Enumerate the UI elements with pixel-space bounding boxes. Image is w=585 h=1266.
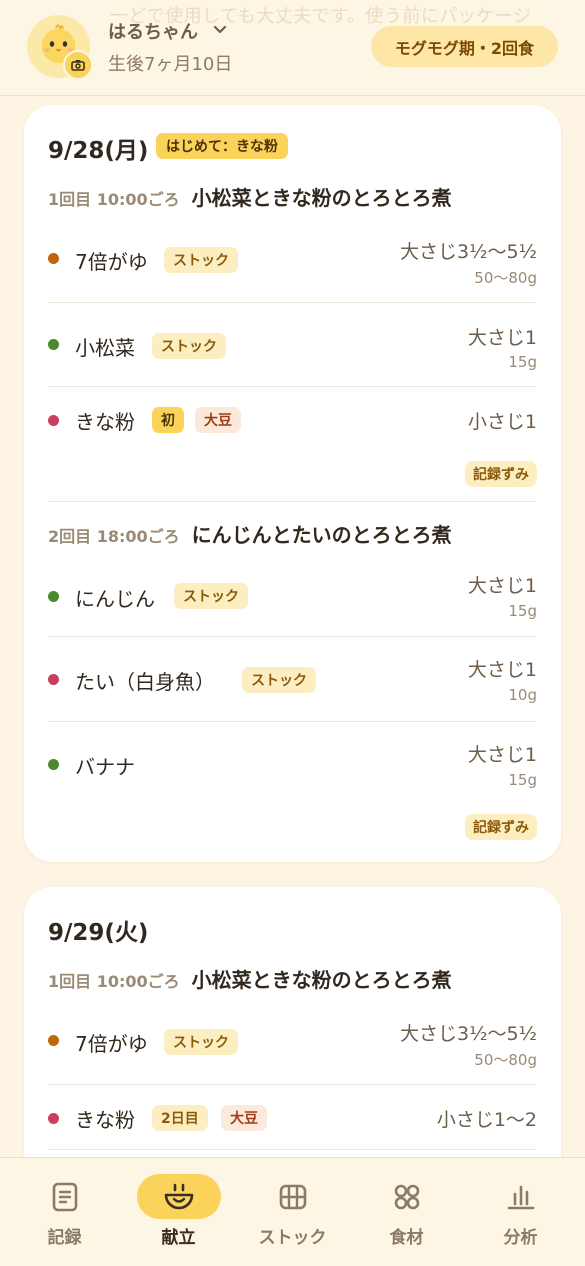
recorded-badge[interactable]: 記録ずみ [465, 461, 537, 487]
nav-item-analysis[interactable]: 分析 [462, 1158, 579, 1266]
stock-tag: ストック [164, 1029, 238, 1055]
baby-name-selector[interactable]: はるちゃん [108, 18, 198, 44]
food-grams: 10g [508, 686, 537, 704]
nav-item-ingredients[interactable]: 食材 [348, 1158, 465, 1266]
food-name: たい（白身魚） [75, 670, 215, 694]
food-name: きな粉 [75, 410, 135, 434]
divider [48, 1149, 537, 1150]
analysis-chart-icon [507, 1185, 534, 1209]
food-grams: 15g [508, 771, 537, 789]
food-category-dot [48, 591, 59, 602]
food-amount: 大さじ1 [467, 575, 537, 597]
list-item[interactable]: 7倍がゆ ストック 大さじ3½〜5½ 50〜80g [48, 233, 537, 303]
first-food-badge: はじめて：きな粉 [156, 133, 288, 159]
change-photo-button[interactable] [63, 50, 93, 80]
nav-item-menu[interactable]: 献立 [120, 1158, 237, 1266]
app-header: 一どで使用しても大丈夫です。使う前にパッケージ はるちゃん 生後7ヶ月10日 モ… [0, 0, 585, 96]
stock-tag: ストック [152, 333, 226, 359]
camera-icon [71, 60, 85, 71]
meal-dish-title[interactable]: 小松菜ときな粉のとろとろ煮 [192, 182, 452, 211]
stock-tag: ストック [242, 667, 316, 693]
nav-icon-slot [23, 1174, 107, 1219]
meal-dish-title[interactable]: にんじんとたいのとろとろ煮 [192, 519, 452, 548]
day-card: 9/28(月) はじめて：きな粉 1回目 10:00ごろ 小松菜ときな粉のとろと… [24, 105, 561, 862]
day-date: 9/29(火) [48, 920, 149, 946]
food-name: 小松菜 [75, 336, 135, 360]
nav-icon-slot [479, 1174, 563, 1219]
list-item[interactable]: 7倍がゆ ストック 大さじ3½〜5½ 50〜80g [48, 1015, 537, 1085]
nav-icon-slot [136, 1174, 221, 1219]
food-grams: 50〜80g [474, 269, 537, 287]
food-name: バナナ [75, 755, 135, 779]
stock-tag: ストック [174, 583, 248, 609]
food-amount: 大さじ3½〜5½ [399, 241, 537, 263]
divider [48, 501, 537, 502]
food-amount: 大さじ1 [467, 744, 537, 766]
food-name: きな粉 [75, 1108, 135, 1132]
stock-tag: ストック [164, 247, 238, 273]
list-item[interactable]: きな粉 2日目 大豆 小さじ1〜2 [48, 1085, 537, 1149]
food-amount: 大さじ1 [467, 659, 537, 681]
food-amount: 大さじ3½〜5½ [399, 1023, 537, 1045]
nav-icon-slot [365, 1174, 449, 1219]
food-category-dot [48, 759, 59, 770]
chevron-down-icon[interactable] [213, 25, 227, 35]
ingredients-icon [394, 1184, 419, 1209]
stock-grid-icon [279, 1184, 306, 1209]
nav-label: ストック [258, 1228, 327, 1248]
food-amount: 大さじ1 [467, 327, 537, 349]
food-category-dot [48, 415, 59, 426]
food-name: 7倍がゆ [75, 250, 148, 274]
meal-time: 1回目 10:00ごろ [48, 190, 180, 209]
nav-icon-slot [251, 1174, 335, 1219]
allergen-tag: 大豆 [221, 1105, 267, 1131]
food-category-dot [48, 1113, 59, 1124]
list-item[interactable]: にんじん ストック 大さじ1 15g [48, 553, 537, 637]
food-category-dot [48, 253, 59, 264]
food-category-dot [48, 339, 59, 350]
food-grams: 15g [508, 353, 537, 371]
meal-header: 1回目 10:00ごろ 小松菜ときな粉のとろとろ煮 [48, 182, 452, 211]
food-category-dot [48, 674, 59, 685]
day-count-tag: 2日目 [152, 1105, 208, 1131]
food-name: 7倍がゆ [75, 1032, 148, 1056]
allergen-tag: 大豆 [195, 407, 241, 433]
food-category-dot [48, 1035, 59, 1046]
record-icon [52, 1182, 77, 1211]
nav-item-stock[interactable]: ストック [234, 1158, 351, 1266]
nav-label: 食材 [389, 1228, 424, 1248]
list-item[interactable]: 小松菜 ストック 大さじ1 15g [48, 303, 537, 387]
nav-label: 献立 [161, 1228, 196, 1248]
baby-age: 生後7ヶ月10日 [108, 54, 233, 75]
meal-time: 1回目 10:00ごろ [48, 972, 180, 991]
first-time-tag: 初 [152, 407, 184, 433]
food-name: にんじん [75, 587, 155, 611]
food-grams: 50〜80g [474, 1051, 537, 1069]
menu-bowl-icon [164, 1183, 193, 1209]
list-item[interactable]: きな粉 初 大豆 小さじ1 [48, 387, 537, 457]
meal-time: 2回目 18:00ごろ [48, 527, 180, 546]
nav-label: 分析 [503, 1228, 538, 1248]
stage-badge[interactable]: モグモグ期・2回食 [371, 26, 558, 67]
food-amount: 小さじ1〜2 [436, 1109, 537, 1131]
list-item[interactable]: たい（白身魚） ストック 大さじ1 10g [48, 637, 537, 722]
nav-label: 記録 [47, 1228, 82, 1248]
food-amount: 小さじ1 [467, 411, 537, 433]
meal-header: 1回目 10:00ごろ 小松菜ときな粉のとろとろ煮 [48, 964, 452, 993]
bottom-nav: 記録 献立 ストック 食材 分析 [0, 1157, 585, 1266]
recorded-badge[interactable]: 記録ずみ [465, 814, 537, 840]
nav-item-record[interactable]: 記録 [6, 1158, 123, 1266]
day-date: 9/28(月) [48, 138, 149, 164]
food-grams: 15g [508, 602, 537, 620]
meal-dish-title[interactable]: 小松菜ときな粉のとろとろ煮 [192, 964, 452, 993]
list-item[interactable]: バナナ 大さじ1 15g [48, 722, 537, 802]
meal-header: 2回目 18:00ごろ にんじんとたいのとろとろ煮 [48, 519, 452, 548]
